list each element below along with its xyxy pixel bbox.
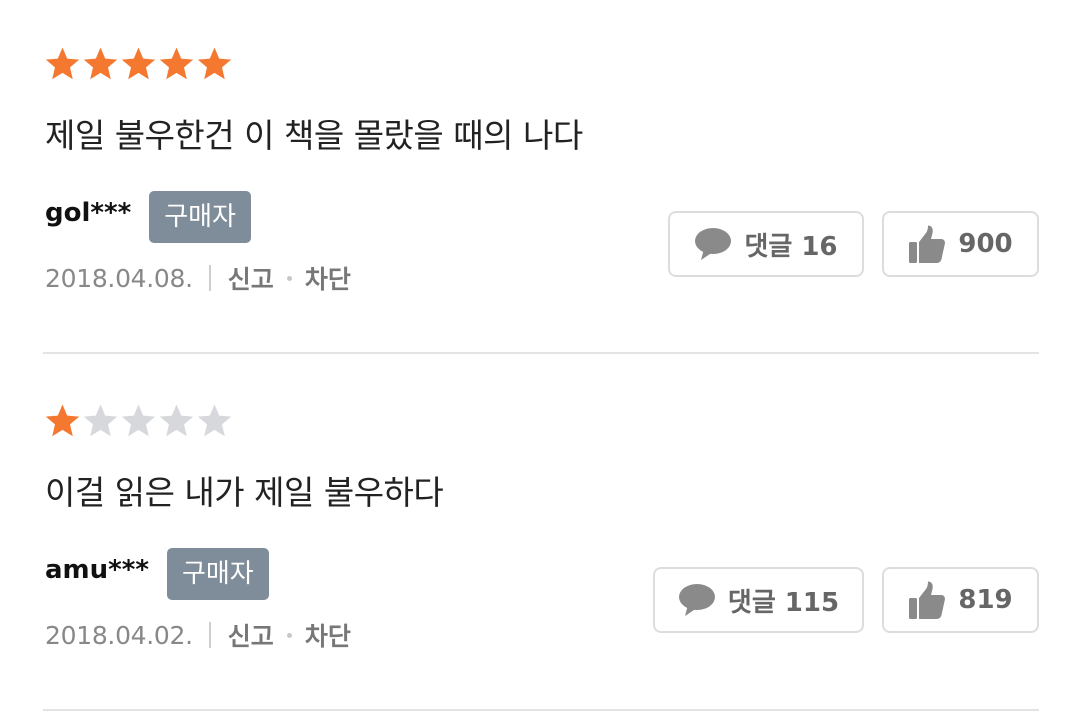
- review-text: 제일 불우한건 이 책을 몰랐을 때의 나다: [45, 116, 583, 155]
- like-button[interactable]: 819: [882, 567, 1039, 633]
- meta-divider: [208, 622, 211, 648]
- author-row: gol*** 구매자: [45, 191, 251, 243]
- thumbs-up-icon: [908, 224, 946, 264]
- star-icon-empty: [83, 404, 118, 437]
- report-link[interactable]: 신고: [228, 617, 274, 653]
- review-meta: 2018.04.08. 신고 차단: [45, 260, 351, 296]
- star-icon-empty: [121, 404, 156, 437]
- star-rating: [44, 403, 233, 443]
- review-text: 이걸 읽은 내가 제일 불우하다: [45, 473, 444, 512]
- author-row: amu*** 구매자: [45, 548, 269, 600]
- star-rating: [44, 46, 233, 86]
- meta-divider: [208, 265, 211, 291]
- buyer-badge: 구매자: [149, 191, 251, 243]
- star-icon-filled: [45, 47, 80, 80]
- like-button[interactable]: 900: [882, 211, 1039, 277]
- comment-button[interactable]: 댓글 16: [668, 211, 864, 277]
- buyer-badge: 구매자: [166, 548, 269, 600]
- block-link[interactable]: 차단: [305, 617, 351, 653]
- like-count: 900: [958, 229, 1013, 259]
- report-link[interactable]: 신고: [228, 260, 274, 296]
- star-icon-empty: [159, 404, 194, 437]
- speech-bubble-icon: [678, 583, 716, 617]
- review-item: 제일 불우한건 이 책을 몰랐을 때의 나다 gol*** 구매자 2018.0…: [0, 0, 1080, 357]
- comment-label: 댓글 115: [727, 587, 840, 618]
- star-icon-filled: [45, 404, 80, 437]
- review-date: 2018.04.02.: [45, 620, 193, 650]
- block-link[interactable]: 차단: [305, 260, 351, 296]
- star-icon-filled: [159, 47, 194, 80]
- meta-dot: [286, 275, 292, 281]
- divider: [43, 352, 1039, 354]
- speech-bubble-icon: [694, 227, 732, 261]
- comment-button[interactable]: 댓글 115: [653, 567, 864, 633]
- review-item: 이걸 읽은 내가 제일 불우하다 amu*** 구매자 2018.04.02. …: [0, 357, 1080, 714]
- star-icon-filled: [121, 47, 156, 80]
- thumbs-up-icon: [908, 580, 946, 620]
- review-date: 2018.04.08.: [45, 263, 193, 293]
- review-meta: 2018.04.02. 신고 차단: [45, 617, 351, 653]
- star-icon-filled: [83, 47, 118, 80]
- divider: [43, 709, 1039, 711]
- like-count: 819: [958, 585, 1013, 615]
- username[interactable]: amu***: [45, 550, 149, 590]
- username[interactable]: gol***: [45, 193, 131, 233]
- comment-label: 댓글 16: [744, 231, 838, 262]
- star-icon-filled: [197, 47, 232, 80]
- star-icon-empty: [197, 404, 232, 437]
- meta-dot: [286, 632, 292, 638]
